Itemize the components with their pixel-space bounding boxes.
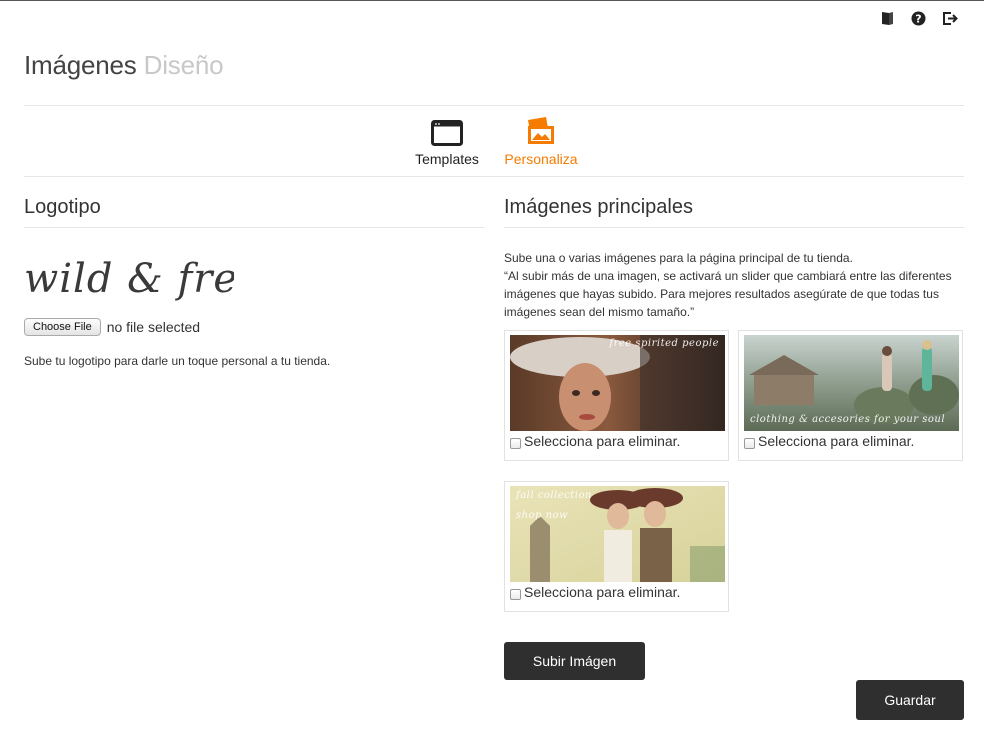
images-description: Sube una o varias imágenes para la págin… — [504, 249, 964, 321]
slider-image: clothing & accesories for your soul — [744, 335, 959, 431]
logo-section-divider — [24, 227, 484, 228]
delete-checkbox-label: Selecciona para eliminar. — [524, 433, 681, 449]
delete-checkbox-label: Selecciona para eliminar. — [524, 584, 681, 600]
delete-checkbox-label: Selecciona para eliminar. — [758, 433, 915, 449]
logo-text: wild & free — [24, 256, 234, 302]
save-button[interactable]: Guardar — [856, 680, 964, 720]
top-toolbar: ? — [879, 10, 958, 27]
tab-templates-label: Templates — [415, 151, 479, 167]
top-border — [0, 0, 984, 1]
images-description-line1: Sube una o varias imágenes para la págin… — [504, 251, 853, 265]
delete-select: Selecciona para eliminar. — [744, 433, 914, 449]
logo-image: wild & free — [24, 252, 262, 307]
page-title: Imágenes Diseño — [24, 50, 224, 81]
tab-personaliza[interactable]: Personaliza — [500, 116, 582, 167]
file-upload: Choose File no file selected — [24, 318, 200, 336]
upload-image-button[interactable]: Subir Imágen — [504, 642, 645, 680]
delete-checkbox[interactable] — [744, 437, 755, 449]
image-overlay-text: fall collection — [516, 490, 592, 501]
slider-image: fall collection shop now — [510, 486, 725, 582]
delete-select: Selecciona para eliminar. — [510, 584, 680, 600]
svg-text:?: ? — [915, 13, 921, 26]
tab-templates[interactable]: Templates — [412, 116, 482, 167]
slider-image: free spirited people — [510, 335, 725, 431]
tab-personaliza-label: Personaliza — [504, 151, 578, 167]
images-section-title: Imágenes principales — [504, 196, 693, 218]
file-status: no file selected — [106, 319, 201, 335]
image-overlay-text: clothing & accesories for your soul — [750, 414, 946, 425]
image-card: clothing & accesories for your soul Sele… — [738, 330, 963, 461]
tabs-divider — [24, 176, 964, 177]
logout-icon[interactable] — [941, 10, 958, 27]
browser-window-icon — [412, 116, 482, 146]
image-card: free spirited people Selecciona para eli… — [504, 330, 729, 461]
logo-help-text: Sube tu logotipo para darle un toque per… — [24, 354, 331, 368]
images-section-divider — [504, 227, 964, 228]
delete-checkbox[interactable] — [510, 437, 521, 449]
book-icon[interactable] — [879, 10, 896, 27]
image-card: fall collection shop now Selecciona para… — [504, 481, 729, 612]
image-overlay-text: shop now — [516, 510, 569, 521]
logo-section-title: Logotipo — [24, 196, 101, 218]
page-title-sub: Diseño — [143, 50, 224, 80]
delete-select: Selecciona para eliminar. — [510, 433, 680, 449]
page-title-main: Imágenes — [24, 50, 137, 80]
images-icon — [500, 116, 582, 146]
image-overlay-text: free spirited people — [609, 338, 719, 349]
images-description-line2: “Al subir más de una imagen, se activará… — [504, 269, 952, 319]
delete-checkbox[interactable] — [510, 588, 521, 600]
header-divider — [24, 105, 964, 106]
choose-file-button[interactable]: Choose File — [24, 318, 101, 336]
help-icon[interactable]: ? — [910, 10, 927, 27]
